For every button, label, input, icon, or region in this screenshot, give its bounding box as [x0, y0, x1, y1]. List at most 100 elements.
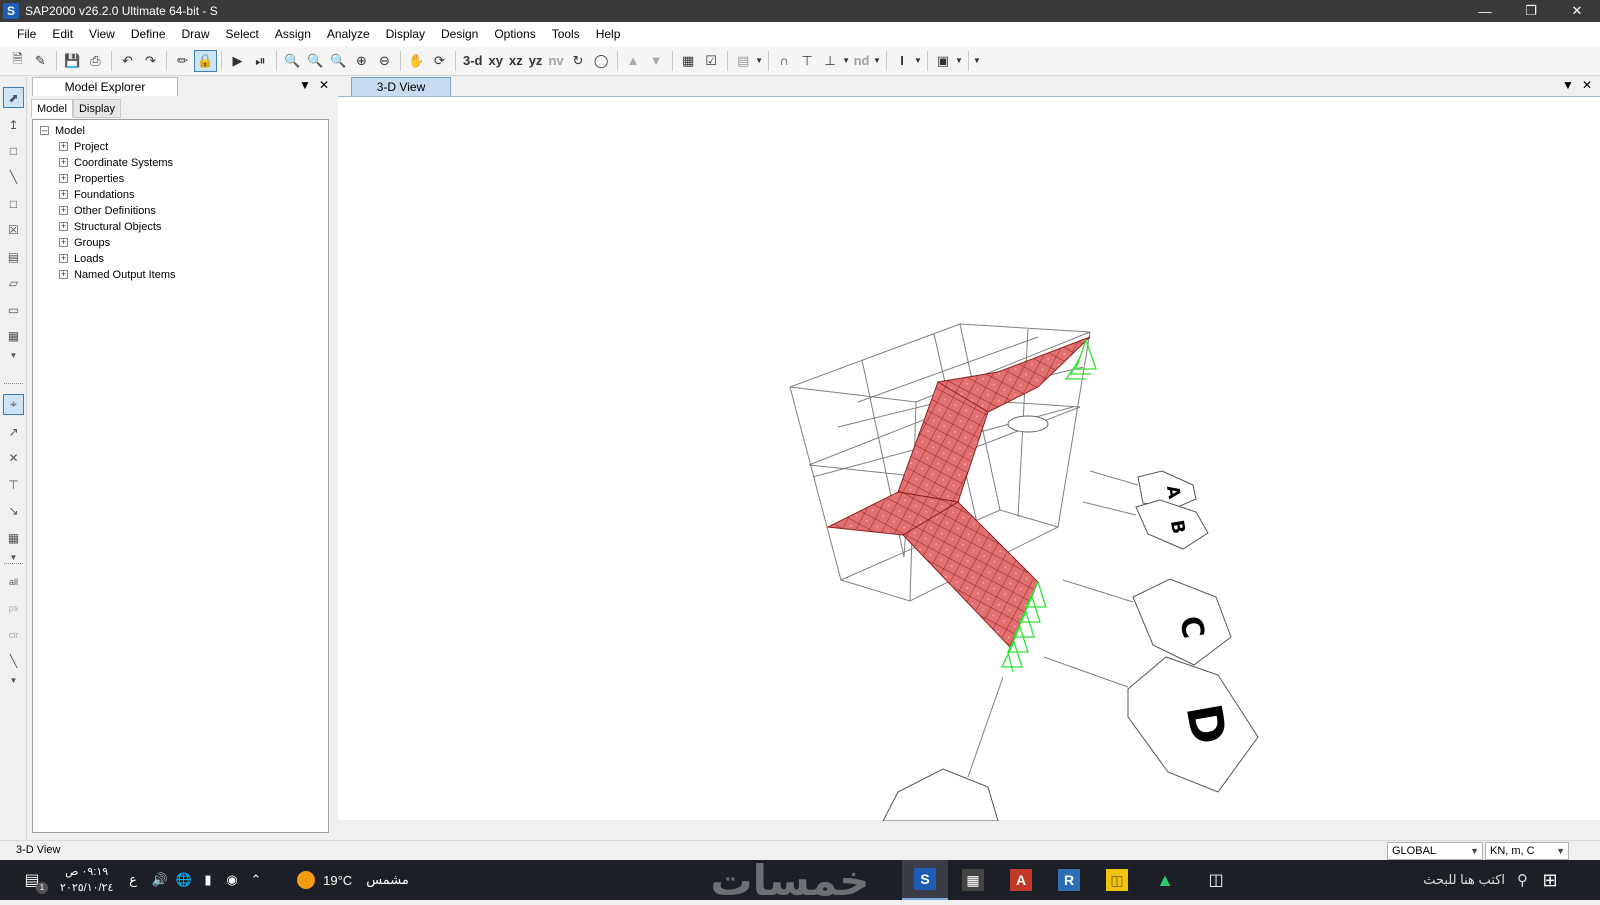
zoom-previous-icon[interactable]: 🔍 [327, 50, 350, 72]
select-all-icon[interactable]: all [3, 571, 24, 592]
rotate-3d-icon[interactable]: ⟳ [428, 50, 451, 72]
taskbar-app-file-explorer[interactable]: ◫ [1094, 860, 1140, 900]
tree-item-structural-objects[interactable]: + Structural Objects [33, 219, 328, 235]
draw-poly-area-icon[interactable]: ▱ [3, 272, 24, 293]
tree-item-project[interactable]: + Project [33, 139, 328, 155]
zoom-out-icon[interactable]: ⊖ [373, 50, 396, 72]
weather-widget[interactable]: 19°C مشمس [288, 860, 418, 900]
menu-design[interactable]: Design [433, 23, 486, 45]
refresh-window-icon[interactable]: ✏ [171, 50, 194, 72]
expand-icon[interactable]: + [59, 270, 68, 279]
tree-item-loads[interactable]: + Loads [33, 251, 328, 267]
tab-3d-view[interactable]: 3-D View [351, 77, 451, 96]
print-icon[interactable]: ⎙ [84, 50, 107, 72]
expand-icon[interactable]: + [59, 206, 68, 215]
draw-rect-area-icon[interactable]: ▭ [3, 299, 24, 320]
taskbar-app-autodesk[interactable]: ▲ [1142, 860, 1188, 900]
menu-draw[interactable]: Draw [174, 23, 218, 45]
show-forces-icon[interactable]: ▤ [732, 50, 755, 72]
panel-menu-icon[interactable]: ▼ [299, 78, 311, 92]
view-xz-button[interactable]: xz [506, 50, 526, 72]
snap-ends-icon[interactable]: ↗ [3, 421, 24, 442]
system-clock[interactable]: ٠٩:١٩ ص ٢٠٢٥/١٠/٢٤ [60, 864, 113, 896]
area-section-icon[interactable]: ▣ [932, 50, 955, 72]
menu-tools[interactable]: Tools [544, 23, 588, 45]
tree-item-foundations[interactable]: + Foundations [33, 187, 328, 203]
volume-icon[interactable]: 🔊 [150, 860, 170, 900]
new-model-icon[interactable]: 🗎 [6, 50, 29, 72]
camera-icon[interactable]: ◉ [222, 860, 242, 900]
draw-frame-icon[interactable]: ∩ [773, 50, 796, 72]
taskbar-app-calculator[interactable]: ▦ [950, 860, 996, 900]
quick-draw-frame-icon[interactable]: □ [3, 193, 24, 214]
expand-icon[interactable]: + [59, 142, 68, 151]
close-icon[interactable]: ✕ [319, 78, 329, 92]
menu-assign[interactable]: Assign [267, 23, 319, 45]
view-3d-button[interactable]: 3-d [460, 50, 486, 72]
view-nv-button[interactable]: nv [545, 50, 566, 72]
previous-select-icon[interactable]: ps [3, 597, 24, 618]
chevron-down-icon[interactable]: ▼ [873, 56, 882, 65]
chevron-down-icon[interactable]: ▼ [3, 345, 24, 366]
pointer-icon[interactable]: ⬈ [3, 87, 24, 108]
zoom-full-icon[interactable]: 🔍 [304, 50, 327, 72]
pan-icon[interactable]: ✋ [405, 50, 428, 72]
nd-button[interactable]: nd [851, 50, 873, 72]
draw-frame-icon[interactable]: ╲ [3, 166, 24, 187]
menu-view[interactable]: View [81, 23, 123, 45]
run-step-icon[interactable]: ⏯ [249, 50, 272, 72]
menu-analyze[interactable]: Analyze [319, 23, 378, 45]
snap-points-icon[interactable]: ⌖ [3, 394, 24, 415]
tab-model[interactable]: Model [31, 99, 73, 118]
intersecting-line-select-icon[interactable]: ╲ [3, 650, 24, 671]
tree-item-model[interactable]: – Model [33, 123, 328, 139]
taskbar-app-autocad[interactable]: A [998, 860, 1044, 900]
close-icon[interactable]: ✕ [1554, 0, 1600, 22]
taskbar-app-revit[interactable]: R [1046, 860, 1092, 900]
tree-item-properties[interactable]: + Properties [33, 171, 328, 187]
expand-icon[interactable]: + [59, 238, 68, 247]
draw-portal-icon[interactable]: ⊤ [796, 50, 819, 72]
expand-icon[interactable]: + [59, 174, 68, 183]
search-box[interactable]: اكتب هنا للبحث ⚲ [1388, 860, 1528, 900]
restore-icon[interactable]: ❐ [1508, 0, 1554, 22]
snap-grid-icon[interactable]: ▦ [3, 527, 24, 548]
menu-edit[interactable]: Edit [44, 23, 81, 45]
perspective-icon[interactable]: ◯ [590, 50, 613, 72]
chevron-down-icon[interactable]: ▼ [955, 56, 964, 65]
collapse-icon[interactable]: – [40, 126, 49, 135]
zoom-in-icon[interactable]: ⊕ [350, 50, 373, 72]
tree-item-coordinate-systems[interactable]: + Coordinate Systems [33, 155, 328, 171]
snap-lines-icon[interactable]: ↘ [3, 500, 24, 521]
close-icon[interactable]: ✕ [1582, 78, 1592, 92]
menu-help[interactable]: Help [588, 23, 629, 45]
view-xy-button[interactable]: xy [486, 50, 506, 72]
panel-menu-icon[interactable]: ▼ [1562, 78, 1574, 92]
draw-secondary-icon[interactable]: ▤ [3, 246, 24, 267]
expand-icon[interactable]: + [59, 254, 68, 263]
save-icon[interactable]: 💾 [61, 50, 84, 72]
snap-perpendicular-icon[interactable]: ⊤ [3, 474, 24, 495]
section-i-icon[interactable]: I [891, 50, 914, 72]
open-icon[interactable]: ✎ [29, 50, 52, 72]
menu-file[interactable]: File [9, 23, 44, 45]
tree-item-groups[interactable]: + Groups [33, 235, 328, 251]
task-view-icon[interactable]: ◫ [1200, 860, 1232, 900]
model-explorer-title[interactable]: Model Explorer [32, 77, 178, 96]
draw-truss-icon[interactable]: ⊥ [819, 50, 842, 72]
menu-define[interactable]: Define [123, 23, 174, 45]
input-language-indicator[interactable]: ع [124, 860, 142, 900]
run-analysis-icon[interactable]: ▶ [226, 50, 249, 72]
coord-system-select[interactable]: GLOBAL ▼ [1387, 842, 1483, 860]
network-icon[interactable]: 🌐 [174, 860, 194, 900]
redo-icon[interactable]: ↷ [139, 50, 162, 72]
tree-item-named-output-items[interactable]: + Named Output Items [33, 267, 328, 283]
move-down-icon[interactable]: ▼ [645, 50, 668, 72]
lock-model-icon[interactable]: 🔒 [194, 49, 217, 72]
expand-icon[interactable]: + [59, 190, 68, 199]
chevron-up-icon[interactable]: ⌃ [246, 860, 266, 900]
view-yz-button[interactable]: yz [526, 50, 546, 72]
menu-select[interactable]: Select [218, 23, 267, 45]
undo-icon[interactable]: ↶ [116, 50, 139, 72]
windows-start-icon[interactable]: ⊞ [1530, 860, 1570, 900]
